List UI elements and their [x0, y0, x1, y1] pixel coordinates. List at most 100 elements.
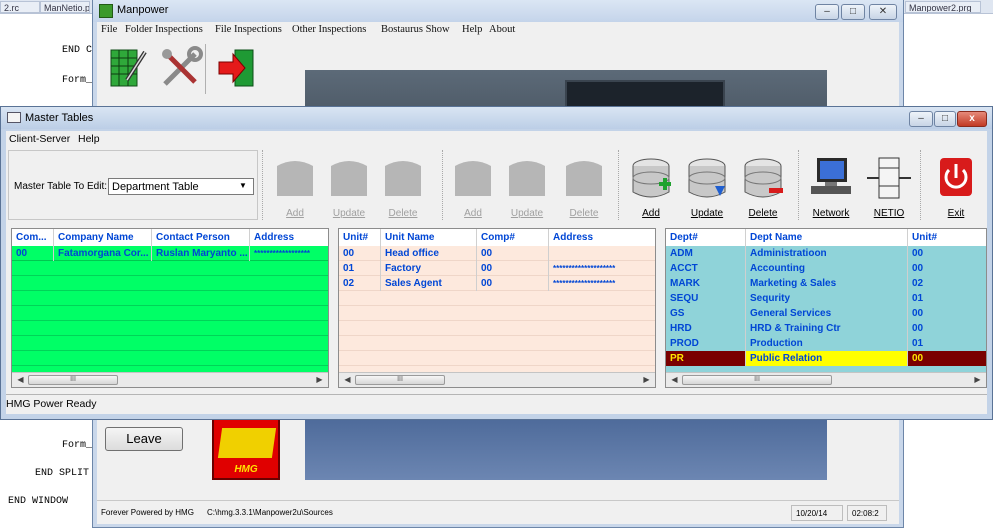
menu-help[interactable]: Help [462, 24, 482, 35]
add-button[interactable]: Add [626, 154, 676, 219]
column-header[interactable]: Address [250, 229, 328, 246]
scroll-thumb[interactable]: III [682, 375, 832, 385]
delete-button[interactable]: Delete [738, 154, 788, 219]
spreadsheet-edit-icon[interactable] [109, 46, 149, 90]
horizontal-scrollbar[interactable]: ◀ III ▶ [339, 372, 655, 387]
delete-button-disabled-1[interactable]: Delete [378, 154, 428, 219]
column-header[interactable]: Dept# [666, 229, 746, 246]
netio-button[interactable]: NETIO [864, 154, 914, 219]
maximize-button[interactable]: □ [934, 111, 956, 127]
column-header[interactable]: Dept Name [746, 229, 908, 246]
menu-help[interactable]: Help [78, 133, 100, 145]
column-header[interactable]: Unit# [908, 229, 986, 246]
table-row[interactable]: 01 Factory 00 ******************** [339, 261, 655, 276]
menu-file-inspections[interactable]: File Inspections [215, 24, 282, 35]
cell: PR [666, 351, 746, 366]
exit-door-icon[interactable] [215, 46, 259, 90]
table-select-dropdown[interactable]: Department Table ▼ [108, 178, 254, 195]
company-grid-header: Com... Company Name Contact Person Addre… [12, 229, 328, 246]
cell: 01 [908, 336, 986, 351]
disabled-db-icon [566, 161, 602, 196]
scroll-right-icon[interactable]: ▶ [971, 374, 984, 386]
menu-other-inspections[interactable]: Other Inspections [292, 24, 366, 35]
table-row[interactable]: ADM Administratioon 00 [666, 246, 986, 261]
close-button[interactable]: ✕ [869, 4, 897, 20]
column-header[interactable]: Unit Name [381, 229, 477, 246]
power-icon [940, 158, 972, 196]
add-label: Add [286, 208, 304, 219]
scroll-thumb[interactable]: III [355, 375, 445, 385]
cell: 00 [477, 246, 549, 261]
editor-tab-manpower2[interactable]: Manpower2.prg [905, 1, 981, 13]
table-row[interactable]: ACCT Accounting 00 [666, 261, 986, 276]
database-add-icon [632, 158, 671, 198]
table-row[interactable]: 02 Sales Agent 00 ******************** [339, 276, 655, 291]
minimize-button[interactable]: – [815, 4, 839, 20]
scroll-right-icon[interactable]: ▶ [640, 374, 653, 386]
delete-label: Delete [388, 208, 418, 219]
add-button-disabled-1[interactable]: Add [270, 154, 320, 219]
table-row[interactable]: GS General Services 00 [666, 306, 986, 321]
scroll-left-icon[interactable]: ◀ [14, 374, 27, 386]
table-row[interactable]: MARK Marketing & Sales 02 [666, 276, 986, 291]
delete-button-disabled-2[interactable]: Delete [559, 154, 609, 219]
table-row[interactable]: SEQU Sequrity 01 [666, 291, 986, 306]
update-button[interactable]: Update [682, 154, 732, 219]
menu-bostaurus-show[interactable]: Bostaurus Show [381, 24, 450, 35]
menu-client-server[interactable]: Client-Server [9, 133, 70, 145]
cell: 00 [12, 246, 54, 261]
chevron-down-icon[interactable]: ▼ [239, 181, 247, 190]
scroll-left-icon[interactable]: ◀ [341, 374, 354, 386]
column-header[interactable]: Comp# [477, 229, 549, 246]
horizontal-scrollbar[interactable]: ◀ III ▶ [666, 372, 986, 387]
unit-grid[interactable]: Unit# Unit Name Comp# Address 00 Head of… [338, 228, 656, 388]
cell: 02 [908, 276, 986, 291]
cell: 00 [908, 261, 986, 276]
column-header[interactable]: Contact Person [152, 229, 250, 246]
column-header[interactable]: Company Name [54, 229, 152, 246]
close-button[interactable]: x [957, 111, 987, 127]
table-row[interactable]: PROD Production 01 [666, 336, 986, 351]
editor-tab-mannetio[interactable]: ManNetio.p [40, 1, 90, 13]
horizontal-scrollbar[interactable]: ◀ III ▶ [12, 372, 328, 387]
scroll-right-icon[interactable]: ▶ [313, 374, 326, 386]
menu-folder-inspections[interactable]: Folder Inspections [125, 24, 203, 35]
department-grid[interactable]: Dept# Dept Name Unit# ADM Administratioo… [665, 228, 987, 388]
cell: SEQU [666, 291, 746, 306]
editor-tab-rc[interactable]: 2.rc [0, 1, 40, 13]
add-button-disabled-2[interactable]: Add [448, 154, 498, 219]
update-label: Update [332, 208, 366, 219]
exit-label: Exit [947, 208, 965, 219]
table-row[interactable]: 00 Fatamorgana Cor... Ruslan Maryanto ..… [12, 246, 328, 261]
cell: MARK [666, 276, 746, 291]
minimize-button[interactable]: – [909, 111, 933, 127]
menu-file[interactable]: File [101, 24, 117, 35]
update-button-disabled-1[interactable]: Update [324, 154, 374, 219]
cell: GS [666, 306, 746, 321]
scroll-left-icon[interactable]: ◀ [668, 374, 681, 386]
manpower-menubar: File Folder Inspections File Inspections… [97, 22, 899, 40]
cell: General Services [746, 306, 908, 321]
master-body: Master Table To Edit: Department Table ▼… [6, 148, 987, 394]
add-label: Add [464, 208, 482, 219]
table-row[interactable]: 00 Head office 00 [339, 246, 655, 261]
cell: 00 [477, 261, 549, 276]
update-button-disabled-2[interactable]: Update [502, 154, 552, 219]
disabled-db-icon [509, 161, 545, 196]
network-button[interactable]: Network [806, 154, 856, 219]
menu-about[interactable]: About [489, 24, 515, 35]
tools-icon[interactable] [159, 46, 203, 90]
scroll-thumb[interactable]: III [28, 375, 118, 385]
table-row-selected[interactable]: PR Public Relation 00 [666, 351, 986, 366]
column-header[interactable]: Address [549, 229, 655, 246]
toolbar-separator [442, 150, 444, 220]
exit-button[interactable]: Exit [931, 154, 981, 219]
maximize-button[interactable]: □ [841, 4, 865, 20]
cell: Sales Agent [381, 276, 477, 291]
company-grid[interactable]: Com... Company Name Contact Person Addre… [11, 228, 329, 388]
column-header[interactable]: Unit# [339, 229, 381, 246]
leave-button[interactable]: Leave [105, 427, 183, 451]
code-line: Form_ [62, 440, 93, 451]
column-header[interactable]: Com... [12, 229, 54, 246]
table-row[interactable]: HRD HRD & Training Ctr 00 [666, 321, 986, 336]
